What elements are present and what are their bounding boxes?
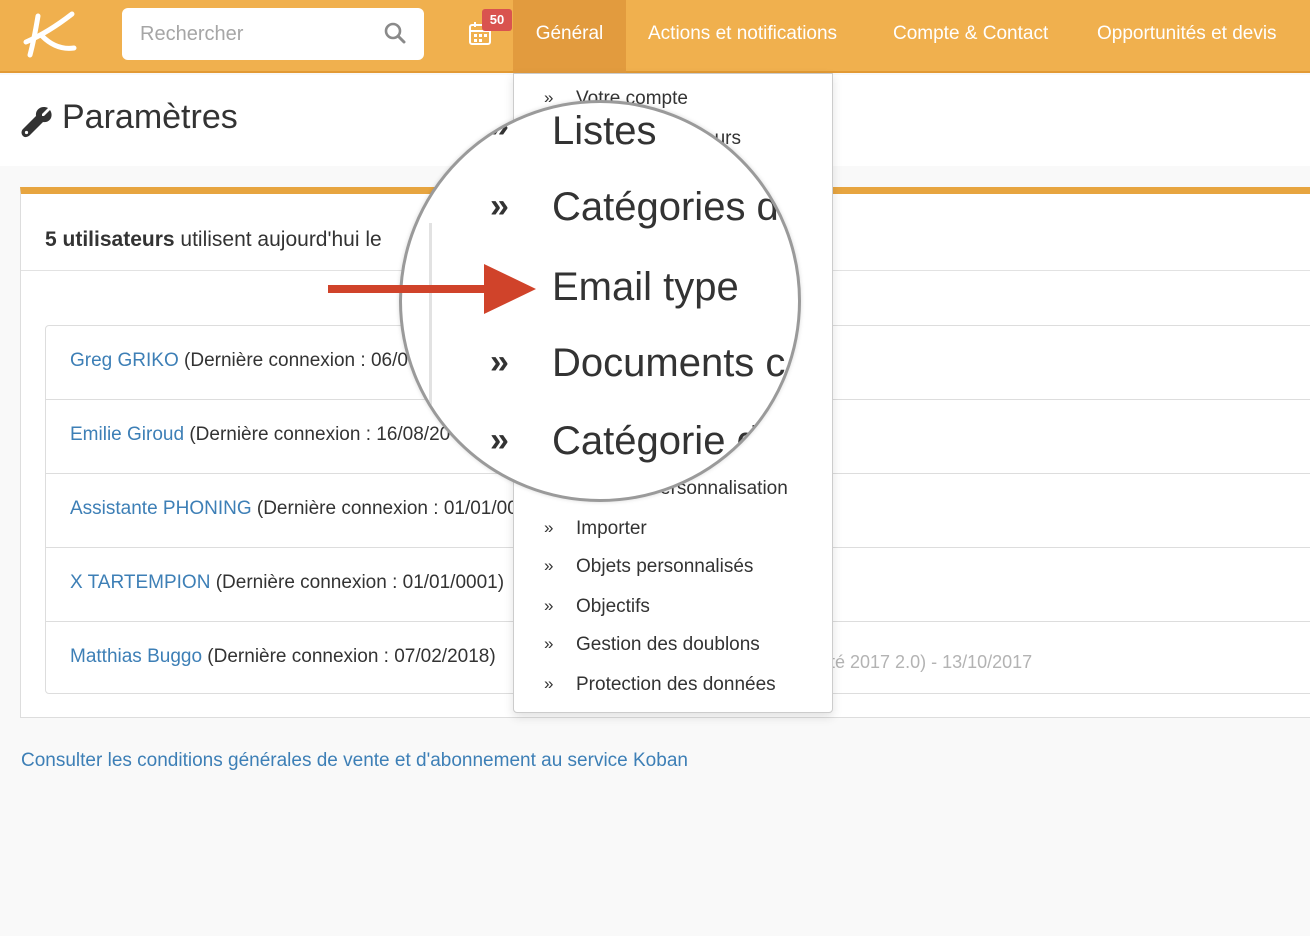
chevron-double-right-icon: » — [544, 518, 554, 537]
menu-item-gestion-doublons[interactable]: » Gestion des doublons — [514, 634, 832, 672]
chevron-double-right-icon: » — [490, 187, 509, 225]
magnified-item-listes: Listes — [552, 109, 657, 153]
search-box — [122, 8, 424, 60]
last-login: (Dernière connexion : 07/02/2018) — [202, 646, 496, 667]
page-title: Paramètres — [62, 98, 238, 136]
last-login: (Dernière connexion : 06/06 — [178, 350, 419, 371]
top-navbar: 50 Général Actions et notifications Comp… — [0, 0, 1310, 73]
menu-item-objets-personnalises[interactable]: » Objets personnalisés — [514, 556, 832, 594]
user-link[interactable]: Greg GRIKO — [70, 350, 179, 371]
panel-header-rest: utilisent aujourd'hui le — [174, 228, 382, 251]
nav-general[interactable]: Général — [513, 0, 626, 73]
arrow-right-icon — [328, 264, 536, 314]
last-login: (Dernière connexion : 16/08/20 — [184, 424, 451, 445]
last-login: (Dernière connexion : 01/01/0001) — [210, 572, 505, 593]
magnified-item-categorie: Catégorie d — [552, 419, 759, 463]
magnified-item-categories: Catégories d — [552, 185, 779, 229]
chevron-double-right-icon: » — [490, 107, 509, 145]
nav-opportunites-devis[interactable]: Opportunités et devis — [1097, 0, 1277, 73]
user-link[interactable]: Assistante PHONING — [70, 498, 252, 519]
notification-count-badge[interactable]: 50 — [482, 9, 512, 31]
chevron-double-right-icon: » — [544, 596, 554, 615]
panel-header-text: 5 utilisateurs utilisent aujourd'hui le — [45, 228, 382, 252]
chevron-double-right-icon: » — [544, 634, 554, 653]
magnified-item-email-type: Email type — [552, 265, 739, 309]
menu-item-objectifs[interactable]: » Objectifs — [514, 596, 832, 634]
menu-item-protection-donnees[interactable]: » Protection des données — [514, 674, 832, 712]
nav-compte-contact[interactable]: Compte & Contact — [893, 0, 1048, 73]
nav-actions-notifications[interactable]: Actions et notifications — [648, 0, 837, 73]
chevron-double-right-icon: » — [490, 421, 509, 459]
magnified-item-documents: Documents c — [552, 341, 786, 385]
search-input[interactable] — [122, 8, 372, 60]
user-link[interactable]: X TARTEMPION — [70, 572, 210, 593]
search-icon[interactable] — [384, 22, 406, 44]
last-login: (Dernière connexion : 01/01/00 — [251, 498, 518, 519]
user-link[interactable]: Emilie Giroud — [70, 424, 184, 445]
chevron-double-right-icon: » — [544, 674, 554, 693]
terms-link[interactable]: Consulter les conditions générales de ve… — [21, 750, 688, 772]
menu-item-importer[interactable]: » Importer — [514, 518, 832, 556]
version-info: (Eté 2017 2.0) - 13/10/2017 — [812, 652, 1033, 672]
user-link[interactable]: Matthias Buggo — [70, 646, 202, 667]
wrench-icon — [21, 106, 52, 138]
koban-logo-icon[interactable] — [20, 10, 80, 60]
chevron-double-right-icon: » — [490, 343, 509, 381]
chevron-double-right-icon: » — [544, 556, 554, 575]
user-count: 5 utilisateurs — [45, 228, 175, 251]
magnified-divider — [429, 223, 432, 453]
